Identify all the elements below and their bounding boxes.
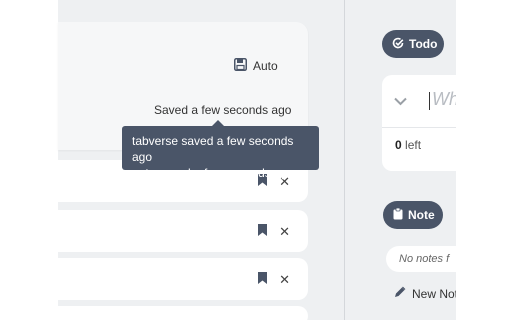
auto-save-button[interactable]: Auto	[234, 57, 278, 75]
panel-divider	[344, 0, 345, 320]
text-caret	[429, 92, 430, 110]
check-circle-icon	[392, 37, 404, 52]
tooltip-line: note saved a few seconds ago	[132, 166, 295, 180]
bookmark-icon[interactable]	[258, 223, 268, 241]
todo-count: 0 left	[395, 138, 421, 152]
bookmark-icon[interactable]	[258, 271, 268, 289]
chevron-down-icon[interactable]	[394, 93, 407, 111]
pen-icon	[394, 286, 406, 301]
todo-count-label: left	[405, 138, 422, 152]
saved-status-text[interactable]: Saved a few seconds ago	[154, 103, 291, 117]
save-status-tooltip: tabverse saved a few seconds ago note sa…	[122, 120, 319, 180]
tooltip-line: tabverse saved a few seconds ago	[132, 134, 294, 164]
todo-count-value: 0	[395, 138, 402, 152]
list-item[interactable]	[58, 306, 308, 326]
new-note-button[interactable]: New Not	[394, 286, 458, 301]
note-button-label: Note	[408, 208, 435, 222]
close-icon[interactable]: ✕	[279, 273, 290, 287]
auto-save-label: Auto	[253, 59, 278, 73]
close-icon[interactable]: ✕	[279, 225, 290, 239]
todo-button-label: Todo	[409, 37, 438, 51]
note-button[interactable]: Note	[383, 201, 443, 229]
clipboard-icon	[393, 207, 403, 223]
todo-button[interactable]: Todo	[382, 30, 444, 58]
list-item[interactable]: ✕	[58, 258, 308, 300]
new-note-label: New Not	[412, 286, 459, 301]
list-item[interactable]: ✕	[58, 210, 308, 252]
save-icon	[234, 58, 247, 74]
page-margin	[456, 0, 512, 320]
